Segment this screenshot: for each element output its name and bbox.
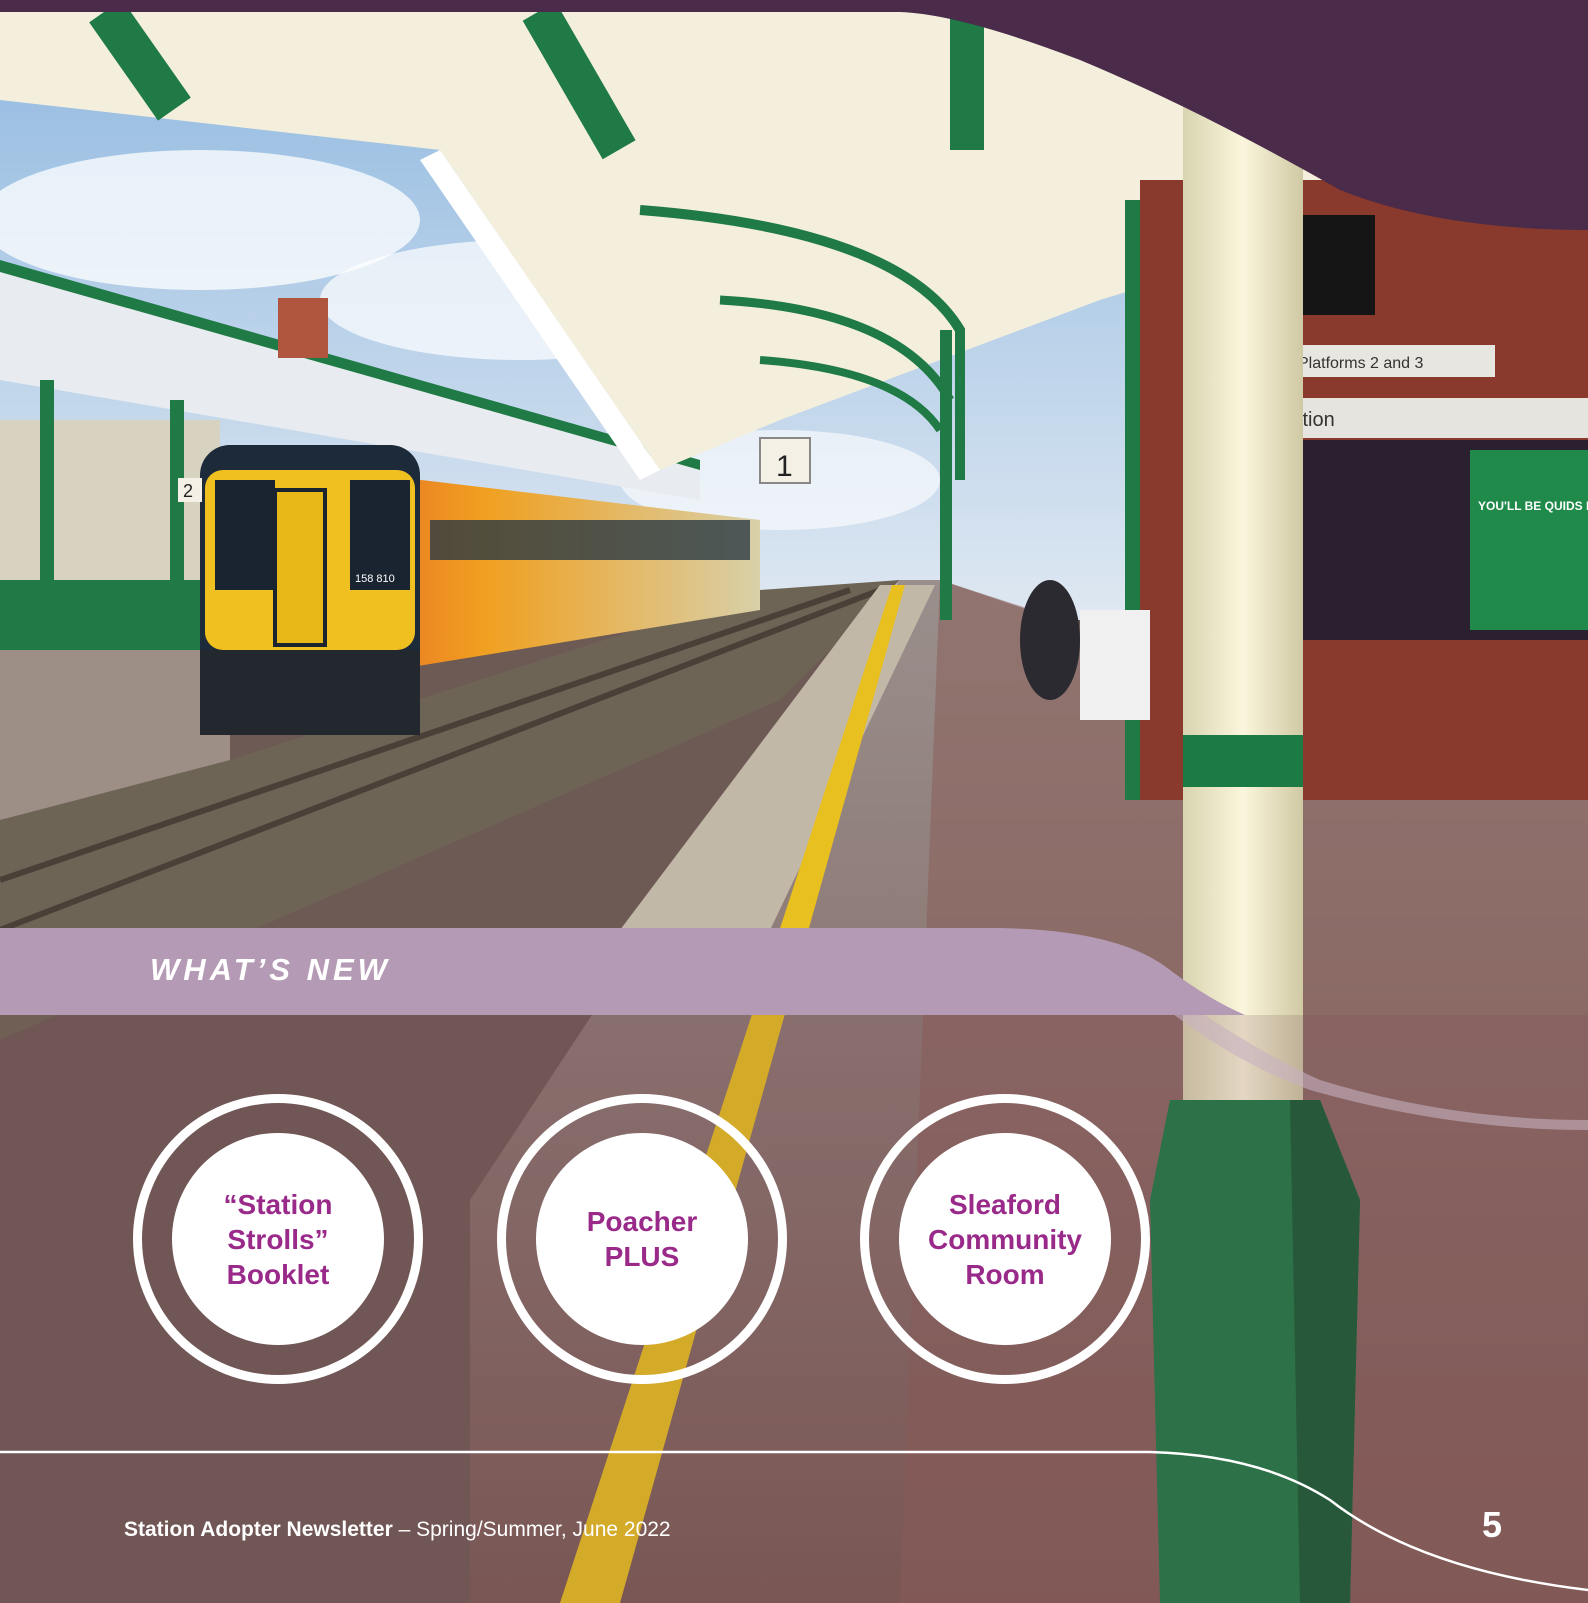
publication-name: Station Adopter Newsletter xyxy=(124,1518,393,1541)
train-skirt xyxy=(200,650,420,735)
poster-text: YOU'LL BE QUIDS IN, ON DAYS OUT xyxy=(1478,499,1588,513)
passenger xyxy=(1020,580,1080,700)
canopy-beam xyxy=(950,10,984,150)
newsletter-page: 158 810 Platforms 2 and 3 rmation YOU'LL… xyxy=(0,0,1588,1603)
highlight-label: “Station Strolls” Booklet xyxy=(223,1188,333,1290)
train-unit-number: 158 810 xyxy=(355,573,395,585)
platform-number-far: 2 xyxy=(183,481,193,501)
train-windows xyxy=(430,520,750,560)
bench-screen xyxy=(1080,610,1150,720)
canopy-column xyxy=(940,330,952,620)
far-column xyxy=(40,380,54,660)
far-column xyxy=(170,400,184,650)
highlight-station-strolls[interactable]: “Station Strolls” Booklet xyxy=(133,1094,423,1384)
highlight-poacher-plus[interactable]: Poacher PLUS xyxy=(497,1094,787,1384)
pillar xyxy=(1183,80,1303,1120)
highlight-sleaford-community-room[interactable]: Sleaford Community Room xyxy=(860,1094,1150,1384)
train-door xyxy=(273,488,327,647)
chimney xyxy=(278,298,328,358)
page-number: 5 xyxy=(1482,1504,1503,1545)
highlight-label: Sleaford Community Room xyxy=(928,1188,1082,1290)
footer-separator: – xyxy=(392,1518,417,1541)
highlight-disc: Sleaford Community Room xyxy=(899,1133,1111,1345)
far-building-base xyxy=(0,580,220,650)
section-tag: WHAT’S NEW xyxy=(150,952,391,987)
highlight-label: Poacher PLUS xyxy=(586,1206,698,1272)
footer-credit: Station Adopter Newsletter – Spring/Summ… xyxy=(124,1518,671,1542)
platform-number: 1 xyxy=(776,450,793,483)
edition: Spring/Summer, June 2022 xyxy=(416,1518,671,1541)
train-windscreen xyxy=(215,480,275,590)
pillar-band xyxy=(1183,735,1303,787)
poster xyxy=(1470,450,1588,630)
highlight-disc: “Station Strolls” Booklet xyxy=(172,1133,384,1345)
direction-sign-text: Platforms 2 and 3 xyxy=(1298,355,1424,372)
highlight-disc: Poacher PLUS xyxy=(536,1133,748,1345)
